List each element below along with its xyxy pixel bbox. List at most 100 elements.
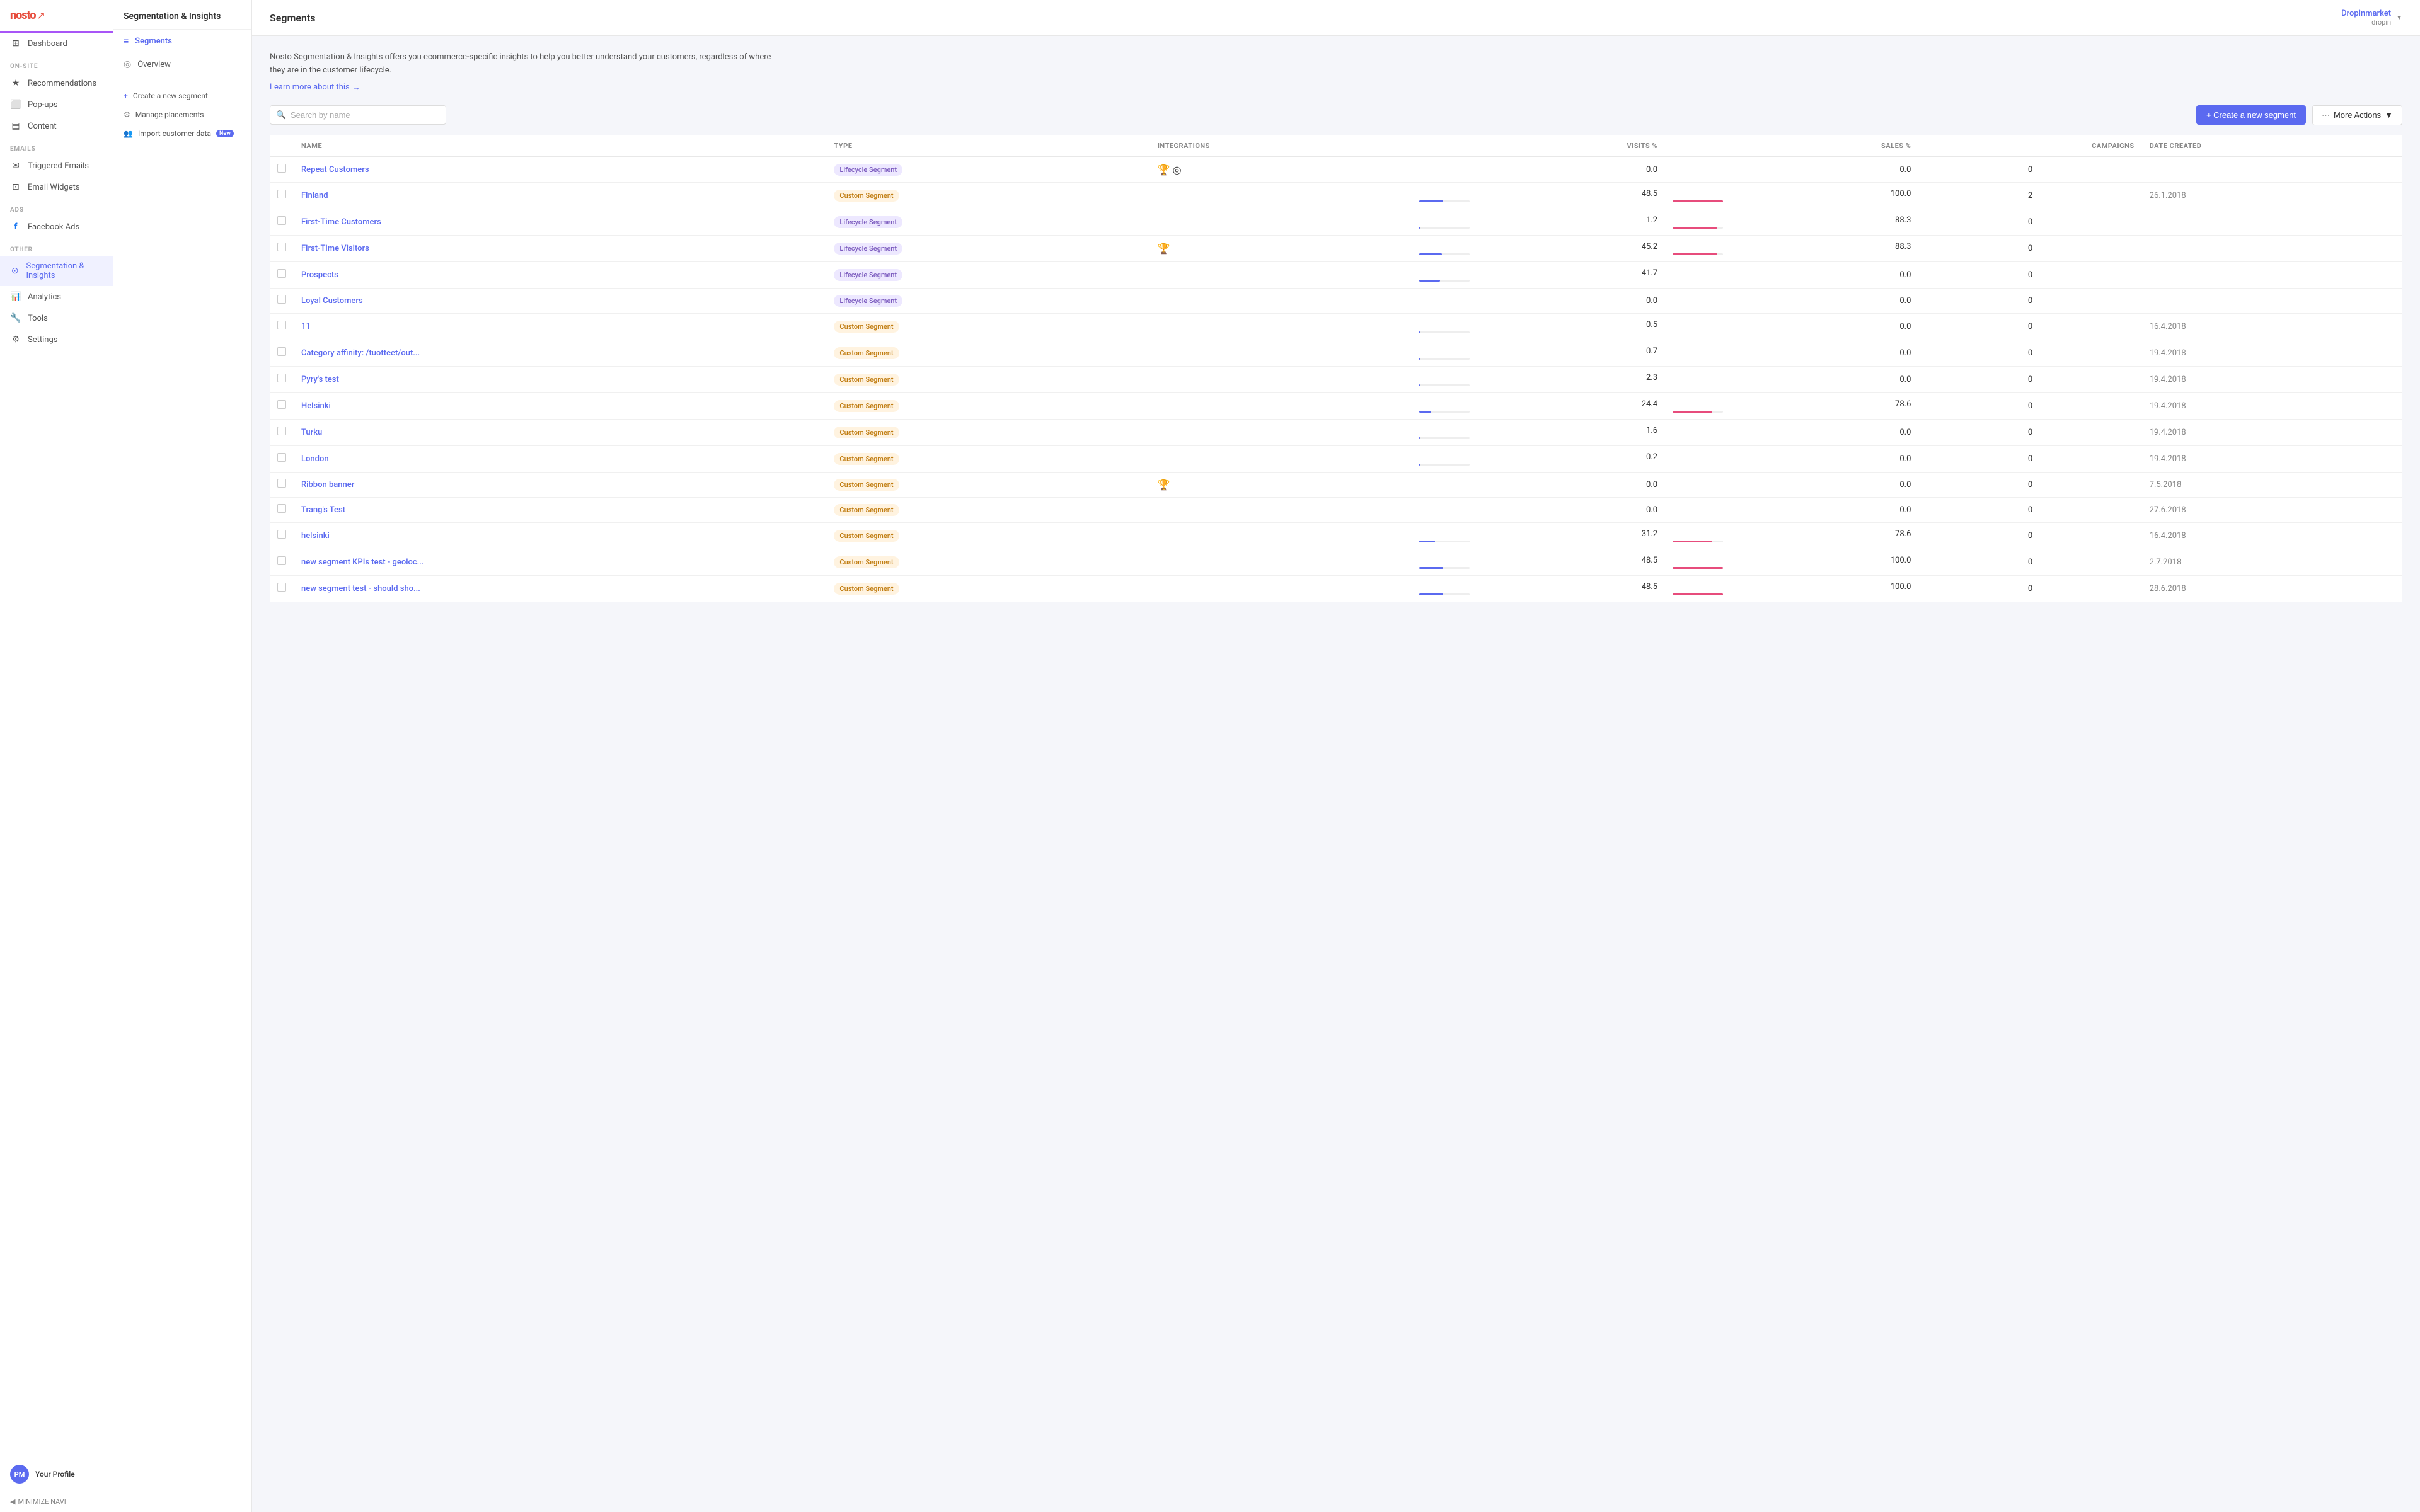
segment-name-link[interactable]: Trang's Test xyxy=(301,505,345,515)
minimize-nav-button[interactable]: ◀ MINIMIZE NAVI xyxy=(0,1491,113,1512)
row-checkbox[interactable] xyxy=(277,243,286,251)
sidebar-item-recommendations[interactable]: ★ Recommendations xyxy=(0,72,113,94)
emails-label: EMAILS xyxy=(0,137,113,155)
store-selector[interactable]: Dropinmarket dropin ▼ xyxy=(2341,9,2402,26)
sidebar-item-segmentation[interactable]: ⊙ Segmentation & Insights xyxy=(0,256,113,286)
row-checkbox[interactable] xyxy=(277,347,286,356)
import-icon: 👥 xyxy=(124,129,133,138)
segment-type-badge: Custom Segment xyxy=(834,374,899,386)
main-header: Segments Dropinmarket dropin ▼ xyxy=(252,0,2420,36)
campaigns-cell: 0 xyxy=(1918,288,2141,313)
segment-name-link[interactable]: Prospects xyxy=(301,270,338,280)
segment-name-link[interactable]: Pyry's test xyxy=(301,375,339,384)
store-sub: dropin xyxy=(2341,18,2391,26)
table-row: London Custom Segment 0.2 0.0 0 19.4.201… xyxy=(270,445,2402,472)
row-checkbox[interactable] xyxy=(277,321,286,329)
sidebar-item-popups[interactable]: ⬜ Pop-ups xyxy=(0,94,113,115)
row-checkbox[interactable] xyxy=(277,374,286,382)
row-checkbox[interactable] xyxy=(277,295,286,304)
campaigns-cell: 0 xyxy=(1918,392,2141,419)
segment-name-link[interactable]: new segment KPIs test - geoloc... xyxy=(301,558,424,567)
row-checkbox[interactable] xyxy=(277,453,286,462)
toolbar-right: + Create a new segment ⋯ More Actions ▼ xyxy=(2196,105,2402,125)
sales-cell: 88.3 xyxy=(1665,235,1918,261)
more-actions-button[interactable]: ⋯ More Actions ▼ xyxy=(2312,105,2402,125)
segment-name-link[interactable]: Turku xyxy=(301,428,322,437)
row-checkbox[interactable] xyxy=(277,479,286,488)
sidebar-item-label: Recommendations xyxy=(28,79,96,88)
row-checkbox[interactable] xyxy=(277,583,286,592)
segments-nav-label: Segments xyxy=(135,37,172,46)
segment-type-badge: Custom Segment xyxy=(834,556,899,568)
more-actions-label: More Actions xyxy=(2334,110,2381,120)
sidebar-item-tools[interactable]: 🔧 Tools xyxy=(0,307,113,329)
segment-name-link[interactable]: Finland xyxy=(301,191,328,200)
chevron-left-icon: ◀ xyxy=(10,1498,15,1506)
sidebar-item-settings[interactable]: ⚙ Settings xyxy=(0,329,113,350)
row-checkbox[interactable] xyxy=(277,530,286,539)
integration-icons: 🏆 xyxy=(1158,243,1404,255)
row-checkbox[interactable] xyxy=(277,216,286,225)
row-checkbox[interactable] xyxy=(277,400,286,409)
search-input[interactable] xyxy=(270,105,446,125)
segment-name-link[interactable]: Helsinki xyxy=(301,401,331,411)
profile-row[interactable]: PM Your Profile xyxy=(0,1457,113,1491)
create-segment-action[interactable]: + Create a new segment xyxy=(113,86,251,105)
campaigns-cell: 0 xyxy=(1918,522,2141,549)
table-row: Repeat Customers Lifecycle Segment 🏆◎ 0.… xyxy=(270,157,2402,183)
segment-name-link[interactable]: Category affinity: /tuotteet/out... xyxy=(301,348,420,358)
visits-cell: 0.5 xyxy=(1412,313,1665,340)
row-checkbox[interactable] xyxy=(277,504,286,513)
overview-nav-label: Overview xyxy=(137,60,171,69)
import-customer-action[interactable]: 👥 Import customer data New xyxy=(113,124,251,143)
search-icon: 🔍 xyxy=(276,110,286,120)
sidebar-item-facebook-ads[interactable]: f Facebook Ads xyxy=(0,216,113,238)
segment-name-link[interactable]: 11 xyxy=(301,322,311,331)
date-cell xyxy=(2142,235,2402,261)
sales-cell: 100.0 xyxy=(1665,575,1918,602)
on-site-label: ON-SITE xyxy=(0,54,113,72)
sidebar-item-analytics[interactable]: 📊 Analytics xyxy=(0,286,113,307)
manage-placements-label: Manage placements xyxy=(135,110,204,119)
sidebar-item-email-widgets[interactable]: ⊡ Email Widgets xyxy=(0,176,113,198)
email-widgets-icon: ⊡ xyxy=(10,182,21,192)
sidebar-item-label: Email Widgets xyxy=(28,183,80,192)
main-content: Segments Dropinmarket dropin ▼ Nosto Seg… xyxy=(252,0,2420,1512)
row-checkbox[interactable] xyxy=(277,269,286,278)
mid-nav-overview[interactable]: ◎ Overview xyxy=(113,53,251,76)
page-title: Segments xyxy=(270,12,316,24)
segment-name-link[interactable]: Loyal Customers xyxy=(301,296,363,306)
campaigns-cell: 0 xyxy=(1918,340,2141,366)
campaigns-cell: 0 xyxy=(1918,419,2141,445)
segment-name-link[interactable]: Ribbon banner xyxy=(301,480,354,490)
segment-name-link[interactable]: Repeat Customers xyxy=(301,165,369,175)
sidebar-item-dashboard[interactable]: ⊞ Dashboard xyxy=(0,33,113,54)
learn-more-link[interactable]: Learn more about this → xyxy=(270,83,360,93)
mid-nav-segments[interactable]: ≡ Segments xyxy=(113,30,251,53)
row-checkbox[interactable] xyxy=(277,427,286,435)
date-cell xyxy=(2142,209,2402,235)
segment-name-link[interactable]: London xyxy=(301,454,329,464)
search-wrap: 🔍 xyxy=(270,105,446,125)
row-checkbox[interactable] xyxy=(277,190,286,198)
create-segment-button-label: + Create a new segment xyxy=(2206,110,2296,120)
create-segment-button[interactable]: + Create a new segment xyxy=(2196,105,2306,125)
facebook-icon: f xyxy=(10,222,21,232)
segment-type-badge: Custom Segment xyxy=(834,583,899,595)
segment-name-link[interactable]: helsinki xyxy=(301,531,330,541)
sidebar-item-triggered-emails[interactable]: ✉ Triggered Emails xyxy=(0,155,113,176)
table-row: new segment KPIs test - geoloc... Custom… xyxy=(270,549,2402,575)
row-checkbox[interactable] xyxy=(277,556,286,565)
segment-type-badge: Lifecycle Segment xyxy=(834,243,902,255)
date-cell: 16.4.2018 xyxy=(2142,313,2402,340)
sales-cell: 0.0 xyxy=(1665,419,1918,445)
arrow-right-icon: → xyxy=(352,83,360,93)
sidebar-item-content[interactable]: ▤ Content xyxy=(0,115,113,137)
segment-name-link[interactable]: First-Time Visitors xyxy=(301,244,369,253)
segment-name-link[interactable]: new segment test - should sho... xyxy=(301,584,420,593)
manage-placements-action[interactable]: ⚙ Manage placements xyxy=(113,105,251,124)
recommendations-icon: ★ xyxy=(10,78,21,88)
segment-name-link[interactable]: First-Time Customers xyxy=(301,217,381,227)
sales-cell: 0.0 xyxy=(1665,366,1918,392)
row-checkbox[interactable] xyxy=(277,164,286,173)
